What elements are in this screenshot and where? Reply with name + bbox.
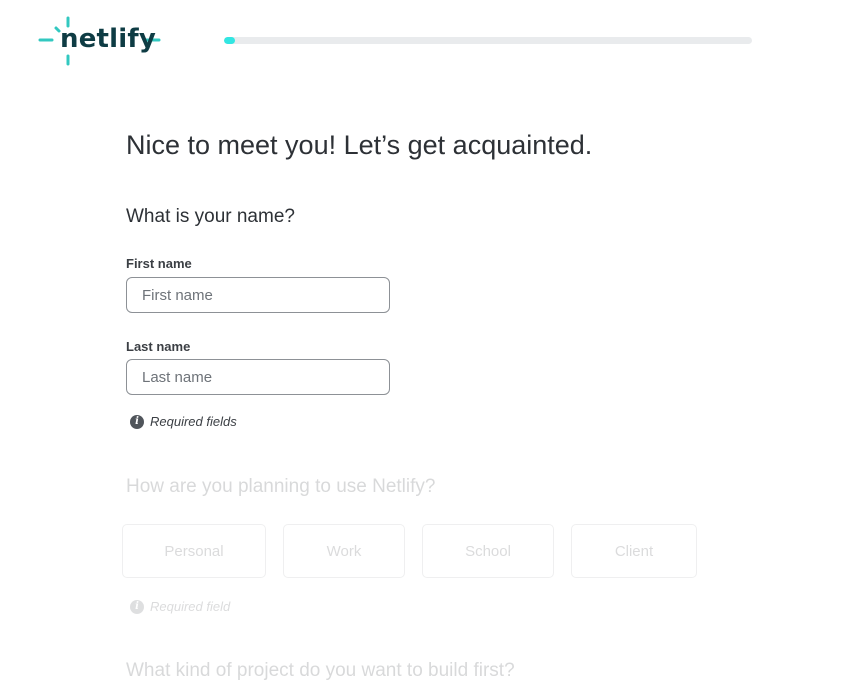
option-school-button[interactable]: School — [422, 524, 554, 578]
usage-options: Personal Work School Client — [122, 524, 722, 580]
required-field-text: Required field — [150, 599, 231, 614]
page-title: Nice to meet you! Let’s get acquainted. — [126, 130, 593, 160]
option-personal-button[interactable]: Personal — [122, 524, 266, 578]
info-icon: i — [130, 599, 144, 614]
netlify-logo[interactable]: netlify — [38, 16, 162, 68]
info-icon: i — [130, 414, 144, 429]
progress-fill — [224, 37, 235, 44]
brand-name: netlify — [60, 24, 157, 54]
first-name-label: First name — [126, 256, 192, 271]
required-fields-note: i Required fields — [130, 414, 237, 429]
last-name-label: Last name — [126, 339, 191, 354]
option-work-button[interactable]: Work — [283, 524, 405, 578]
progress-bar — [224, 37, 752, 44]
option-client-button[interactable]: Client — [571, 524, 697, 578]
first-name-input[interactable] — [126, 277, 390, 313]
required-fields-text: Required fields — [150, 414, 237, 429]
last-name-input[interactable] — [126, 359, 390, 395]
project-question: What kind of project do you want to buil… — [126, 660, 515, 681]
name-question: What is your name? — [126, 206, 295, 227]
required-field-note: i Required field — [130, 599, 230, 614]
usage-question: How are you planning to use Netlify? — [126, 476, 436, 497]
